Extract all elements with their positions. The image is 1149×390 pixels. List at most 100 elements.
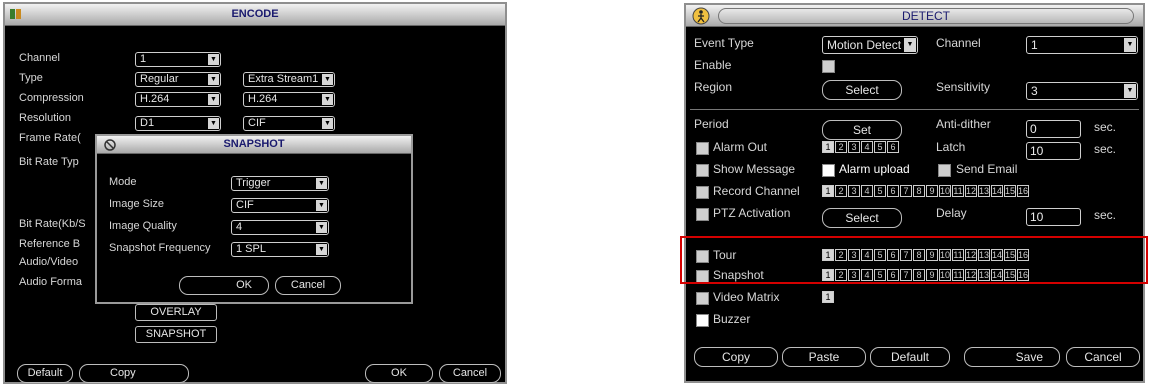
region-label: Region [694,80,733,94]
detect-copy-button[interactable]: Copy [694,347,778,367]
record-channel-9[interactable]: 9 [926,185,938,197]
sensitivity-select[interactable]: 3 ▼ [1026,82,1138,100]
chevron-down-icon: ▼ [316,244,327,255]
detect-cancel-button[interactable]: Cancel [1066,347,1140,367]
record-channel-12[interactable]: 12 [965,185,977,197]
frame-rate-label: Frame Rate( [19,132,81,144]
enable-label: Enable [694,58,732,72]
type-main-value: Regular [140,73,179,85]
image-size-value: CIF [236,199,254,211]
record-channel-label: Record Channel [713,184,800,198]
record-channel-7[interactable]: 7 [900,185,912,197]
image-quality-value: 4 [236,221,243,233]
alarm-out-channel-5[interactable]: 5 [874,141,886,153]
record-channel-14[interactable]: 14 [991,185,1003,197]
chevron-down-icon: ▼ [316,178,327,189]
snapshot-cancel-button[interactable]: Cancel [275,276,341,295]
image-size-select[interactable]: CIF ▼ [231,198,329,213]
snapshot-frequency-select[interactable]: 1 SPL ▼ [231,242,329,257]
delay-input[interactable]: 10 [1026,208,1081,226]
encode-title: ENCODE [231,8,279,20]
record-channel-13[interactable]: 13 [978,185,990,197]
period-set-button[interactable]: Set [822,120,902,140]
video-matrix-channel-1[interactable]: 1 [822,291,834,303]
ptz-select-button[interactable]: Select [822,208,902,228]
resolution-main-select[interactable]: D1 ▼ [135,116,221,131]
record-channel-5[interactable]: 5 [874,185,886,197]
alarm-out-channel-1[interactable]: 1 [822,141,834,153]
mode-label: Mode [109,176,137,188]
latch-sec-label: sec. [1094,142,1117,156]
record-channel-11[interactable]: 11 [952,185,964,197]
event-type-select[interactable]: Motion Detect ▼ [822,36,918,54]
chevron-down-icon: ▼ [1124,84,1136,98]
image-quality-select[interactable]: 4 ▼ [231,220,329,235]
record-channel-15[interactable]: 15 [1004,185,1016,197]
channel-select[interactable]: 1 ▼ [135,52,221,67]
anti-dither-sec-label: sec. [1094,120,1117,134]
bit-rate-label: Bit Rate(Kb/S [19,218,86,230]
send-email-checkbox[interactable] [938,164,951,177]
sensitivity-label: Sensitivity [936,80,991,94]
anti-dither-input[interactable]: 0 [1026,120,1081,138]
detect-paste-button[interactable]: Paste [782,347,866,367]
video-matrix-label: Video Matrix [713,290,780,304]
buzzer-checkbox[interactable] [696,314,709,327]
ok-button[interactable]: OK [365,364,433,383]
copy-button[interactable]: Copy [79,364,189,383]
snapshot-title: SNAPSHOT [223,138,285,150]
chevron-down-icon: ▼ [322,74,333,85]
ptz-activation-checkbox[interactable] [696,208,709,221]
record-channel-group: 1 2 3 4 5 6 7 8 9 10 11 12 13 14 15 16 [822,185,1030,197]
record-channel-10[interactable]: 10 [939,185,951,197]
record-channel-3[interactable]: 3 [848,185,860,197]
chevron-down-icon: ▼ [316,222,327,233]
latch-input[interactable]: 10 [1026,142,1081,160]
default-button[interactable]: Default [17,364,73,383]
record-channel-8[interactable]: 8 [913,185,925,197]
mode-select[interactable]: Trigger ▼ [231,176,329,191]
snapshot-frequency-value: 1 SPL [236,243,266,255]
sensitivity-value: 3 [1031,84,1038,98]
detect-channel-select[interactable]: 1 ▼ [1026,36,1138,54]
enable-checkbox[interactable] [822,60,835,73]
bit-rate-type-label: Bit Rate Typ [19,156,79,168]
alarm-out-checkbox[interactable] [696,142,709,155]
ptz-activation-label: PTZ Activation [713,206,791,220]
video-matrix-checkbox[interactable] [696,292,709,305]
cancel-button[interactable]: Cancel [439,364,501,383]
chevron-down-icon: ▼ [322,118,333,129]
period-label: Period [694,117,729,131]
detect-save-button[interactable]: Save [964,347,1060,367]
snapshot-titlebar: SNAPSHOT [97,136,411,154]
compression-label: Compression [19,92,84,104]
chevron-down-icon: ▼ [322,94,333,105]
alarm-out-channel-4[interactable]: 4 [861,141,873,153]
record-channel-16[interactable]: 16 [1017,185,1029,197]
show-message-checkbox[interactable] [696,164,709,177]
record-channel-2[interactable]: 2 [835,185,847,197]
delay-sec-label: sec. [1094,208,1117,222]
alarm-out-channel-6[interactable]: 6 [887,141,899,153]
resolution-extra-select[interactable]: CIF ▼ [243,116,335,131]
snapshot-button[interactable]: SNAPSHOT [135,326,217,343]
record-channel-checkbox[interactable] [696,186,709,199]
type-extra-select[interactable]: Extra Stream1 ▼ [243,72,335,87]
reference-label: Reference B [19,238,81,250]
record-channel-4[interactable]: 4 [861,185,873,197]
overlay-button[interactable]: OVERLAY [135,304,217,321]
compression-extra-select[interactable]: H.264 ▼ [243,92,335,107]
record-channel-6[interactable]: 6 [887,185,899,197]
alarm-out-channel-2[interactable]: 2 [835,141,847,153]
compression-main-select[interactable]: H.264 ▼ [135,92,221,107]
detect-default-button[interactable]: Default [870,347,950,367]
snapshot-ok-button[interactable]: OK [179,276,269,295]
alarm-upload-checkbox[interactable] [822,164,835,177]
alarm-out-channel-3[interactable]: 3 [848,141,860,153]
record-channel-1[interactable]: 1 [822,185,834,197]
audio-format-label: Audio Forma [19,276,82,288]
channel-value: 1 [140,53,147,65]
type-main-select[interactable]: Regular ▼ [135,72,221,87]
region-select-button[interactable]: Select [822,80,902,100]
event-type-label: Event Type [694,36,754,50]
